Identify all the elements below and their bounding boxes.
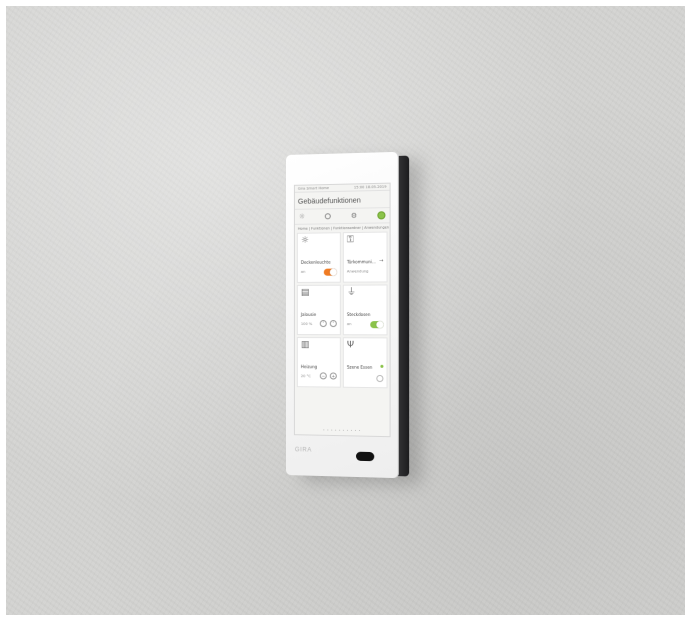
function-tile-grid: ☼ Deckenleuchte an ⚿ Türkommuni... → Anw… — [295, 231, 390, 389]
tile-label: Jalousie — [300, 311, 317, 318]
tile-label: Steckdosen — [346, 311, 371, 318]
panel-frame: Gira Smart Home 15:00 18.05.2019 Gebäude… — [286, 151, 399, 479]
tile-label: Deckenleuchte — [300, 259, 331, 265]
lamp-icon[interactable] — [324, 213, 331, 220]
function-icon-bar: ☼ ⚙ — [294, 207, 390, 225]
tile-ceiling-light[interactable]: ☼ Deckenleuchte an — [296, 232, 341, 283]
sun-icon[interactable]: ☼ — [299, 213, 305, 221]
status-right: 15:00 18.05.2019 — [353, 184, 387, 190]
page-indicator[interactable]: • • • • • • • • • • — [295, 427, 390, 433]
heating-value: 20 °C — [300, 374, 311, 379]
tile-door-communication[interactable]: ⚿ Türkommuni... → Anwendung — [342, 231, 388, 283]
ceiling-light-toggle[interactable] — [323, 268, 337, 276]
tile-label: Heizung — [300, 364, 318, 370]
blinds-value: 100 % — [300, 322, 313, 327]
scene-active-dot — [380, 364, 384, 368]
tile-label: Szene Essen — [346, 364, 373, 370]
plug-icon: ⏚ — [346, 287, 357, 298]
status-left: Gira Smart Home — [297, 186, 330, 191]
gear-icon[interactable]: ⚙ — [351, 212, 357, 220]
tile-state: an — [346, 322, 352, 327]
radiator-icon: ▥ — [300, 340, 310, 351]
tile-sub: Anwendung — [346, 269, 369, 274]
heating-minus-button[interactable]: − — [319, 372, 327, 380]
blinds-icon: ▤ — [300, 287, 310, 298]
sockets-toggle[interactable] — [370, 321, 384, 329]
cutlery-icon: Ψ — [346, 340, 355, 351]
ceiling-lamp-icon: ☼ — [300, 235, 309, 246]
arrow-right-icon[interactable]: → — [379, 258, 383, 264]
toggle-knob — [376, 321, 384, 329]
heating-plus-button[interactable]: + — [329, 372, 337, 380]
brand-logo: GIRA — [294, 447, 312, 454]
tile-scene-dinner[interactable]: Ψ Szene Essen — [342, 337, 388, 389]
page-title: Gebäudefunktionen — [297, 195, 361, 206]
scene-trigger-button[interactable] — [376, 374, 384, 383]
tile-blinds[interactable]: ▤ Jalousie 100 % ˅ ˄ — [296, 284, 341, 336]
wall-touch-panel: Gira Smart Home 15:00 18.05.2019 Gebäude… — [286, 151, 422, 485]
proximity-sensor — [355, 451, 375, 462]
power-icon[interactable] — [377, 211, 386, 220]
tile-heating[interactable]: ▥ Heizung 20 °C − + — [296, 337, 341, 388]
key-icon: ⚿ — [346, 235, 354, 246]
blinds-down-button[interactable]: ˅ — [319, 320, 327, 328]
blinds-up-button[interactable]: ˄ — [329, 320, 337, 328]
touch-screen[interactable]: Gira Smart Home 15:00 18.05.2019 Gebäude… — [293, 182, 391, 438]
toggle-knob — [329, 268, 337, 276]
tile-label: Türkommuni... — [346, 259, 376, 265]
tile-state: an — [300, 269, 306, 274]
tile-sockets[interactable]: ⏚ Steckdosen an — [342, 284, 388, 336]
